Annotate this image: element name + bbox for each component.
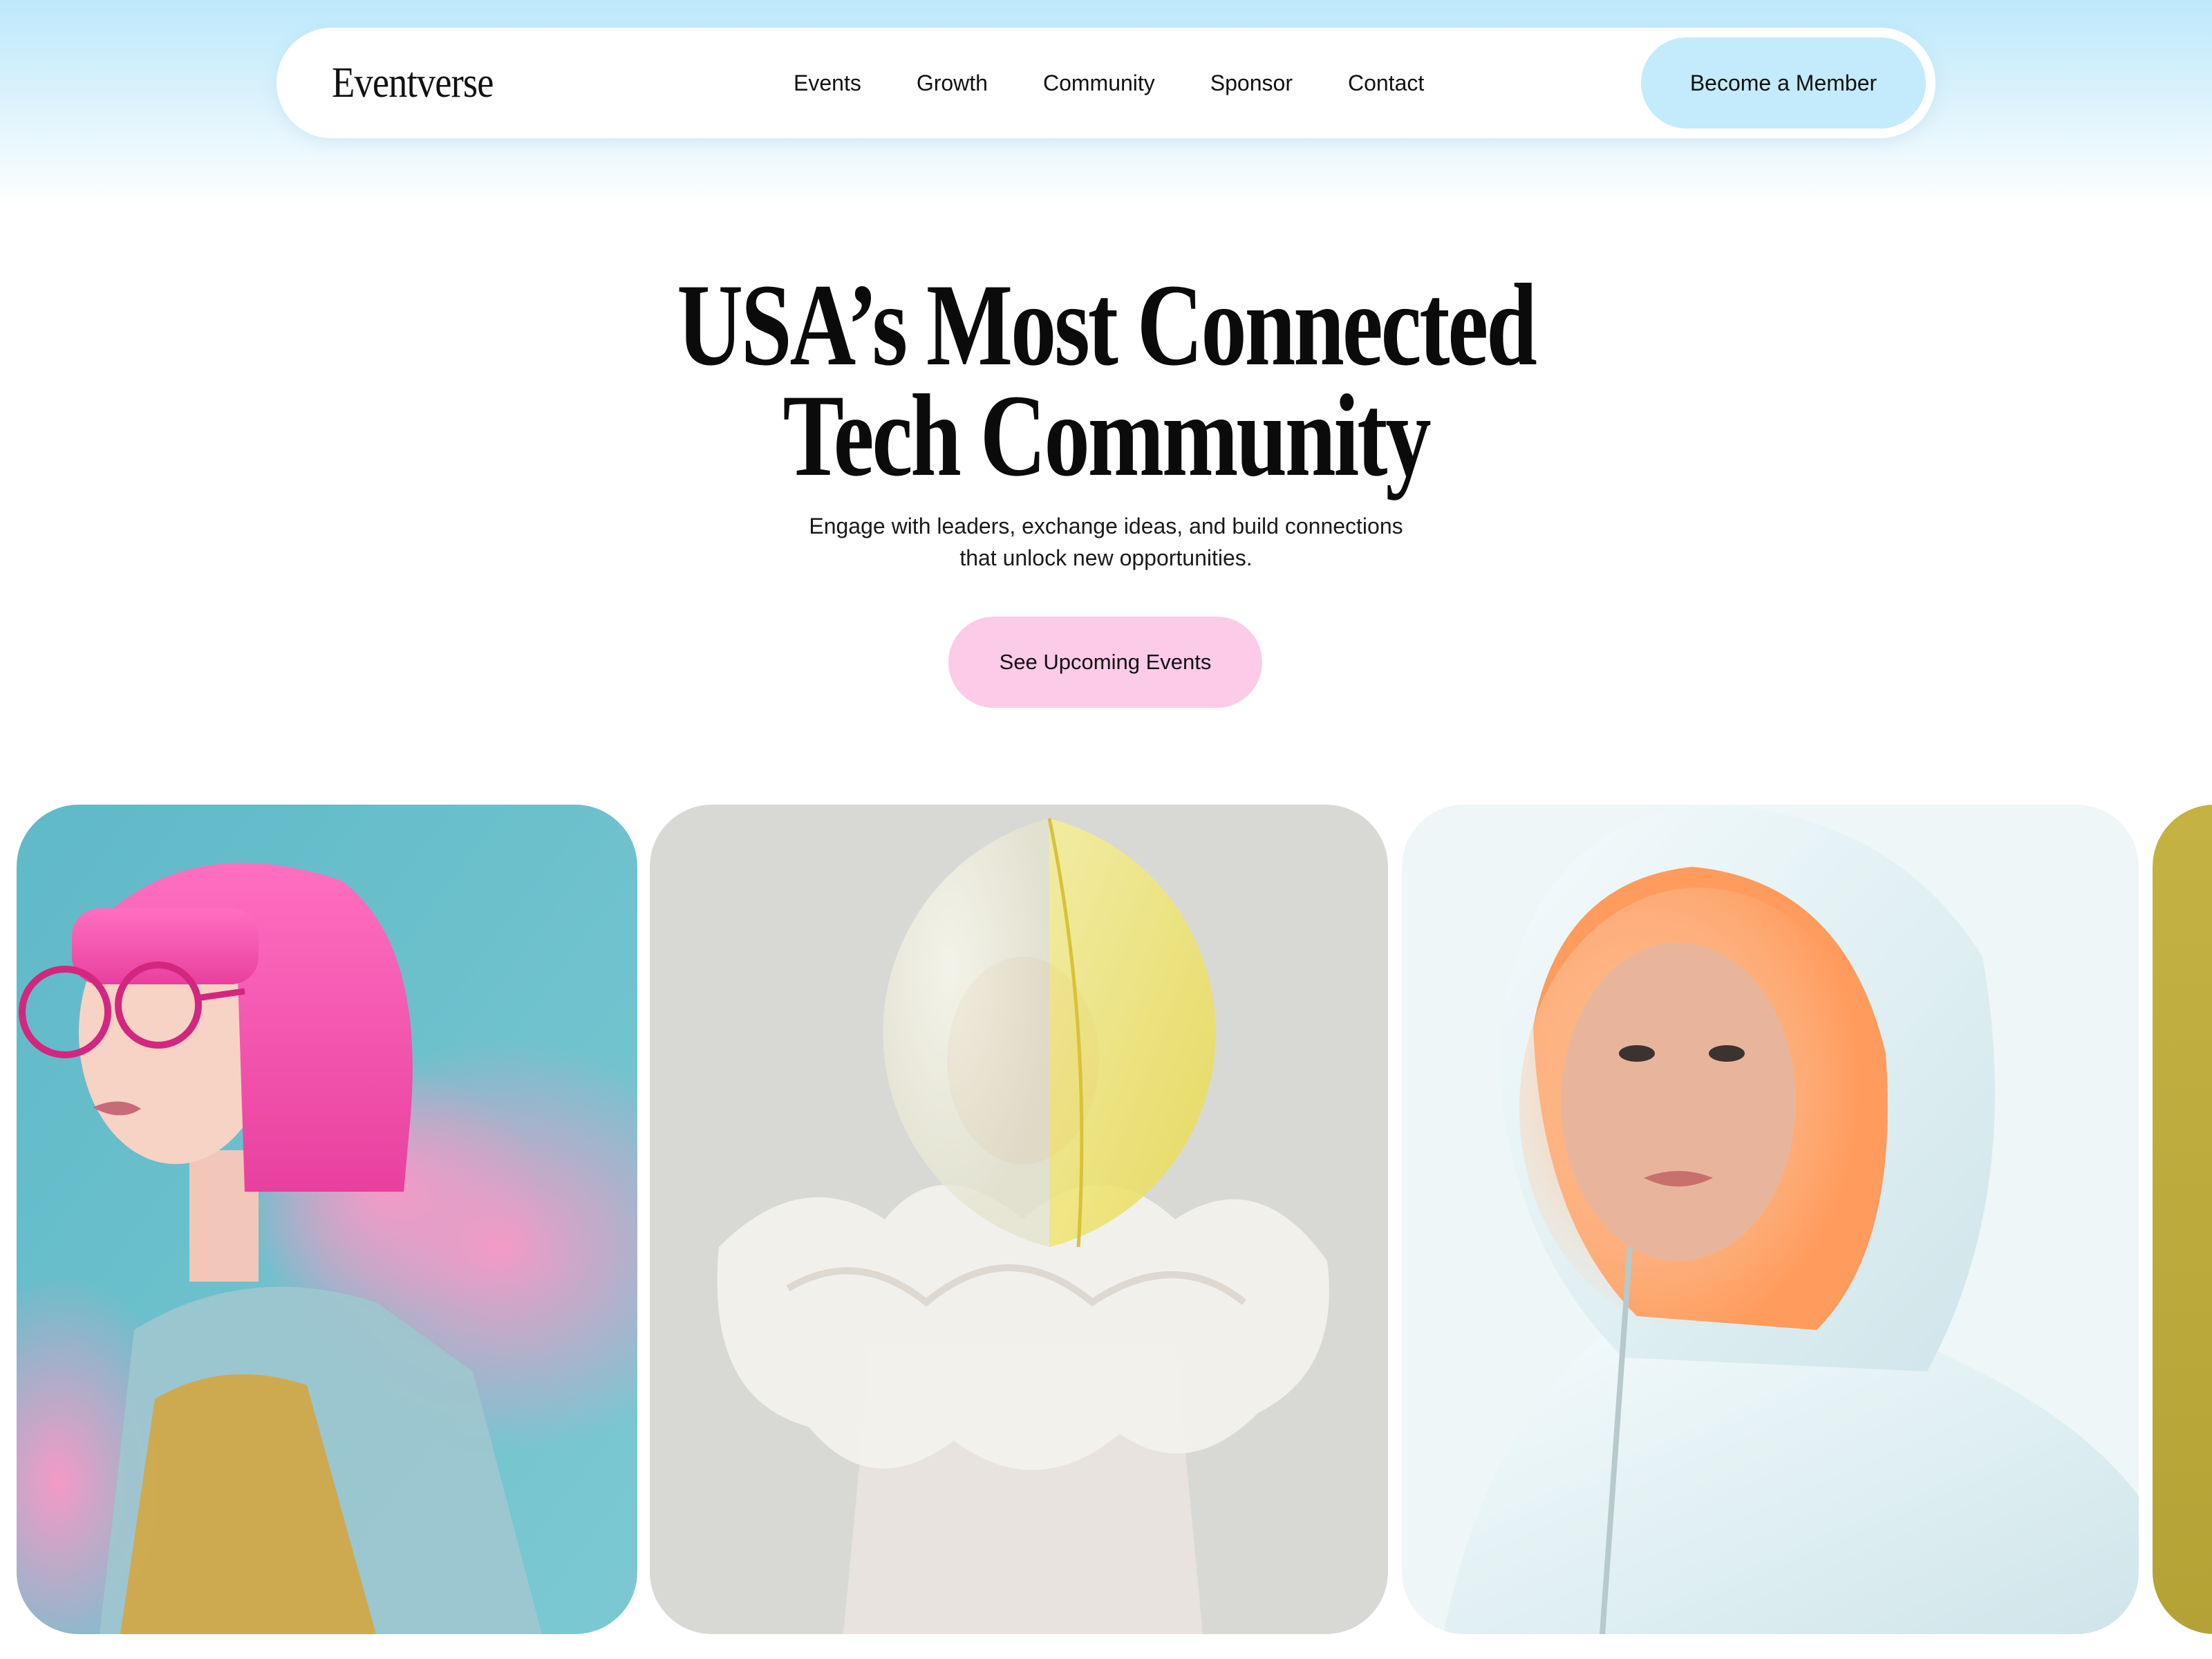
- nav-links: Events Growth Community Sponsor Contact: [794, 28, 1424, 138]
- hero-subtitle: Engage with leaders, exchange ideas, and…: [0, 510, 2212, 574]
- pink-hair-portrait-illustration: [17, 805, 637, 1634]
- gallery-image-pink-hair-portrait: [17, 805, 637, 1634]
- gallery-image-hooded-jacket-portrait: [1402, 805, 2139, 1634]
- hero-subtitle-line-1: Engage with leaders, exchange ideas, and…: [809, 514, 1403, 538]
- hero-title-line-2: Tech Community: [782, 371, 1432, 500]
- nav-link-contact[interactable]: Contact: [1348, 71, 1424, 96]
- hooded-jacket-portrait-illustration: [1402, 805, 2139, 1634]
- hero-subtitle-line-2: that unlock new opportunities.: [959, 545, 1253, 570]
- balloon-helmet-portrait-illustration: [650, 805, 1388, 1634]
- become-member-button[interactable]: Become a Member: [1641, 37, 1926, 129]
- nav-link-community[interactable]: Community: [1043, 71, 1155, 96]
- gallery-image-balloon-helmet-portrait: [650, 805, 1388, 1634]
- nav-link-growth[interactable]: Growth: [917, 71, 988, 96]
- navbar: Eventverse Events Growth Community Spons…: [276, 28, 1936, 138]
- nav-link-events[interactable]: Events: [794, 71, 861, 96]
- brand-logo[interactable]: Eventverse: [332, 28, 494, 138]
- hero-title: USA’s Most Connected Tech Community: [0, 260, 2212, 500]
- partial-olive-illustration: [2153, 805, 2212, 1634]
- gallery-image-partial-olive: [2153, 805, 2212, 1634]
- hero-title-line-1: USA’s Most Connected: [677, 260, 1537, 390]
- nav-link-sponsor[interactable]: Sponsor: [1210, 71, 1293, 96]
- see-upcoming-events-button[interactable]: See Upcoming Events: [948, 617, 1262, 708]
